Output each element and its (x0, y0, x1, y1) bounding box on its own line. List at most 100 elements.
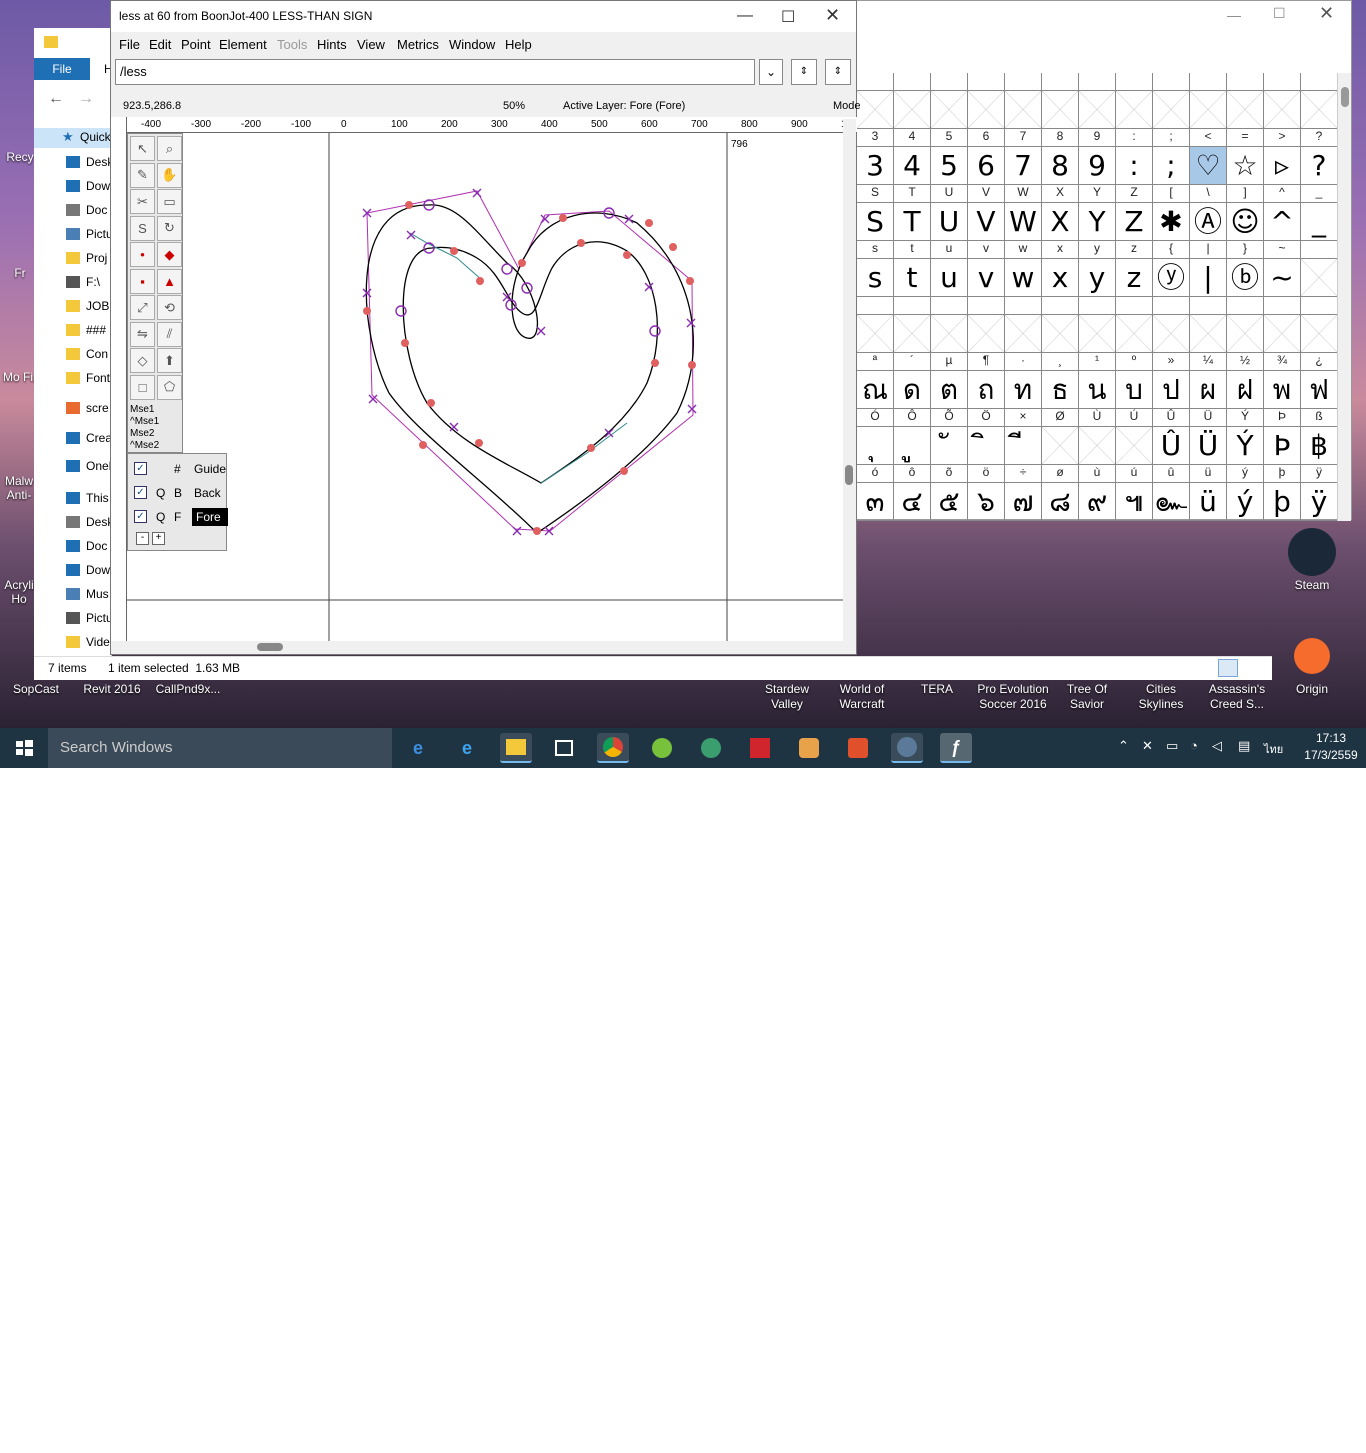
glyph-cell[interactable] (1005, 315, 1042, 353)
polygon-tool-icon[interactable]: ⬠ (157, 374, 182, 400)
glyph-cell[interactable]: ิ (968, 427, 1005, 465)
hv-curve-point-icon[interactable]: ◆ (157, 242, 182, 267)
spiro-tool-icon[interactable]: S (130, 215, 155, 241)
nav-item[interactable]: scre (34, 398, 111, 418)
chevron-up-icon[interactable]: ⌃ (1118, 738, 1129, 754)
menu-element[interactable]: Element (219, 37, 267, 52)
glyph-cell[interactable] (1005, 91, 1042, 129)
menu-metrics[interactable]: Metrics (397, 37, 439, 52)
nav-item[interactable]: Desk (34, 512, 111, 532)
large-icons-view-icon[interactable] (1242, 659, 1262, 677)
layer-checkbox[interactable]: ✓ (134, 462, 147, 475)
glyph-cell[interactable]: Y (1079, 203, 1116, 241)
glyph-cell[interactable]: u (931, 259, 968, 297)
glyph-cell[interactable]: y (1079, 259, 1116, 297)
glyph-cell[interactable]: ท (1005, 371, 1042, 409)
glyph-cell[interactable]: w (1005, 259, 1042, 297)
menu-file[interactable]: File (119, 37, 140, 52)
desktop-icon-firefox[interactable]: Mo Fir (2, 370, 38, 384)
glyph-cell[interactable]: ๖ (968, 483, 1005, 521)
desktop-icon-pes[interactable]: Pro Evolution Soccer 2016 (970, 682, 1056, 712)
glyph-cell[interactable]: ~ (1264, 259, 1301, 297)
glyph-cell[interactable]: ✱ (1153, 203, 1190, 241)
nav-item[interactable]: ### (34, 320, 111, 340)
nav-item[interactable]: F:\ (34, 272, 111, 292)
tangent-point-icon[interactable]: ▲ (157, 268, 182, 294)
menu-edit[interactable]: Edit (149, 37, 171, 52)
glyph-cell[interactable]: ผ (1190, 371, 1227, 409)
rotate-tool-icon[interactable]: ↻ (157, 215, 182, 241)
scrollbar-thumb[interactable] (257, 643, 283, 651)
glyph-cell[interactable] (1079, 91, 1116, 129)
close-button[interactable]: ✕ (825, 5, 840, 26)
glyph-cell[interactable]: x (1042, 259, 1079, 297)
glyph-cell[interactable] (1301, 259, 1338, 297)
desktop-icon-wow[interactable]: World of Warcraft (826, 682, 898, 712)
desktop-icon-tera[interactable]: TERA (906, 682, 968, 696)
glyph-cell[interactable]: ั (931, 427, 968, 465)
glyph-cell[interactable]: S (857, 203, 894, 241)
glyph-cell[interactable] (931, 91, 968, 129)
menu-hints[interactable]: Hints (317, 37, 347, 52)
freehand-tool-icon[interactable]: ✎ (130, 162, 155, 188)
game-icon[interactable] (793, 733, 825, 763)
glyph-cell[interactable] (1042, 427, 1079, 465)
glyph-cell[interactable] (1227, 91, 1264, 129)
nav-item[interactable]: Doc (34, 536, 111, 556)
horizontal-scrollbar[interactable] (127, 641, 843, 654)
glyph-cell[interactable]: 4 (894, 147, 931, 185)
glyph-cell[interactable]: Z (1116, 203, 1153, 241)
nav-item[interactable]: Mus (34, 584, 111, 604)
glyph-cell[interactable]: ธ (1042, 371, 1079, 409)
add-layer-button[interactable]: + (152, 532, 165, 545)
desktop-icon-malwarebytes[interactable]: Malw Anti- (0, 474, 38, 502)
glyph-cell[interactable]: 5 (931, 147, 968, 185)
desktop-icon-acrylic[interactable]: Acryli Ho (0, 578, 38, 606)
menu-help[interactable]: Help (505, 37, 532, 52)
glyph-cell[interactable] (857, 91, 894, 129)
nav-item[interactable]: Con (34, 344, 111, 364)
glyph-cell[interactable] (1301, 315, 1338, 353)
wifi-icon[interactable]: ◔ (1190, 738, 1198, 753)
maximize-button[interactable]: ☐ (1273, 5, 1286, 22)
nav-item[interactable]: Desk (34, 152, 111, 172)
glyph-cell[interactable] (1153, 315, 1190, 353)
notification-icon[interactable]: ▤ (1238, 738, 1250, 754)
glyph-cell[interactable] (1116, 427, 1153, 465)
network-off-icon[interactable]: ✕ (1142, 738, 1153, 754)
glyph-cell[interactable]: ๕ (931, 483, 968, 521)
glyph-cell[interactable]: ๓ (857, 483, 894, 521)
glyph-cell[interactable]: 3 (857, 147, 894, 185)
pointer-tool-icon[interactable]: ↖ (130, 136, 155, 161)
start-button[interactable] (0, 728, 48, 768)
glyph-cell[interactable] (857, 315, 894, 353)
glyph-cell[interactable]: V (968, 203, 1005, 241)
glyph-cell[interactable] (1190, 91, 1227, 129)
glyph-cell[interactable]: ๘ (1042, 483, 1079, 521)
glyph-cell[interactable]: ุ (857, 427, 894, 465)
nav-item[interactable]: Dow (34, 176, 111, 196)
glyph-cell[interactable]: z (1116, 259, 1153, 297)
forward-icon[interactable]: → (78, 90, 94, 108)
steam-taskbar-icon[interactable] (891, 733, 923, 763)
glyph-cell[interactable]: ฿ (1301, 427, 1338, 465)
quick-access-row[interactable]: ★ Quick (34, 128, 111, 148)
curve-point-icon[interactable]: • (130, 242, 155, 267)
prev-glyph-button[interactable]: ⇕ (791, 59, 817, 85)
glyph-cell[interactable]: ♡ (1190, 147, 1227, 185)
glyph-cell[interactable] (1042, 91, 1079, 129)
glyph-cell[interactable] (1116, 91, 1153, 129)
close-button[interactable]: ✕ (1319, 3, 1334, 24)
glyph-cell[interactable]: ๚ (1116, 483, 1153, 521)
glyph-cell[interactable]: ด (894, 371, 931, 409)
glyph-cell[interactable]: 7 (1005, 147, 1042, 185)
nav-item[interactable]: This P (34, 488, 111, 508)
glyph-cell[interactable]: ู (894, 427, 931, 465)
glyph-cell[interactable]: บ (1116, 371, 1153, 409)
minimize-button[interactable]: — (737, 7, 753, 25)
edge-icon[interactable]: e (402, 733, 434, 763)
glyph-cell[interactable]: þ (1264, 483, 1301, 521)
nav-item[interactable]: Creati (34, 428, 111, 448)
glyph-cell[interactable]: ☺ (1227, 203, 1264, 241)
file-tab[interactable]: File (34, 58, 90, 80)
